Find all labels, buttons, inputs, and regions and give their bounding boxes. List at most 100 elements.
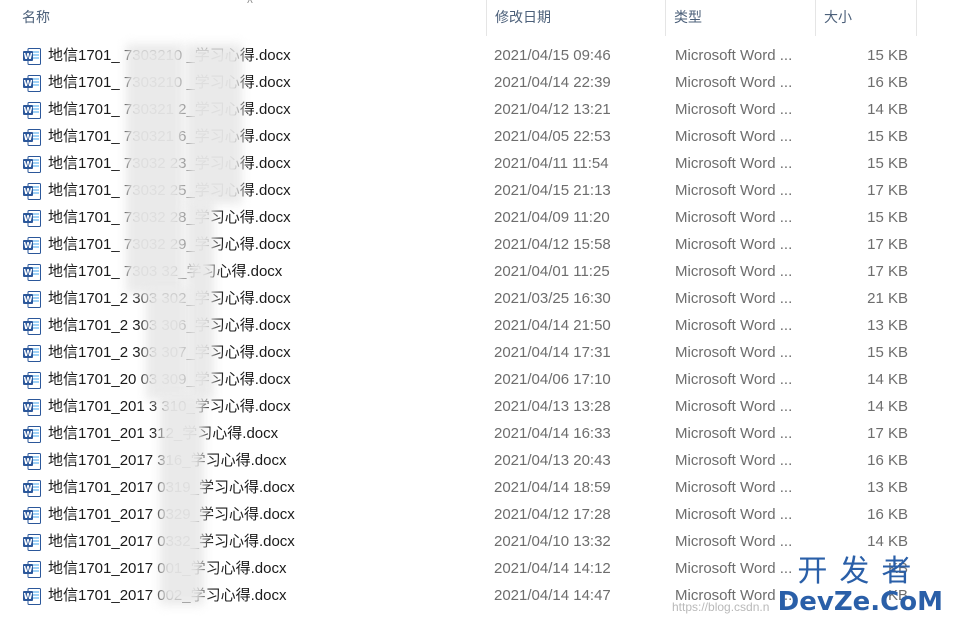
file-modified-date: 2021/04/15 09:46 bbox=[494, 47, 611, 64]
watermark-url: https://blog.csdn.n bbox=[672, 600, 770, 614]
file-row[interactable]: W 地信1701_ 730321 6_学习心得.docx 2021/04/05 22… bbox=[0, 123, 955, 150]
file-modified-date: 2021/04/12 13:21 bbox=[494, 101, 611, 118]
file-type: Microsoft Word ... bbox=[675, 398, 793, 415]
word-document-icon: W bbox=[23, 479, 41, 497]
file-modified-date: 2021/04/14 14:12 bbox=[494, 560, 611, 577]
file-row[interactable]: W 地信1701_ 73032 25_学习心得.docx 2021/04/15 21… bbox=[0, 177, 955, 204]
file-name: 地信1701_ 7303 32_学习心得.docx bbox=[48, 263, 283, 280]
file-name: 地信1701_2017 002_学习心得.docx bbox=[48, 587, 287, 604]
file-size: KB bbox=[887, 560, 908, 577]
file-row[interactable]: W 地信1701_201 3 310_学习心得.docx 2021/04/13 13… bbox=[0, 393, 955, 420]
file-size: 15 KB bbox=[867, 155, 908, 172]
file-row[interactable]: W 地信1701_ 7303210 _学习心得.docx 2021/04/15 09… bbox=[0, 42, 955, 69]
svg-text:W: W bbox=[24, 52, 33, 61]
file-name: 地信1701_20 03 309_学习心得.docx bbox=[48, 371, 291, 388]
file-row[interactable]: W 地信1701_2017 316_学习心得.docx 2021/04/13 20:… bbox=[0, 447, 955, 474]
file-type: Microsoft Word ... bbox=[675, 263, 793, 280]
svg-text:W: W bbox=[24, 484, 33, 493]
file-size: 16 KB bbox=[867, 452, 908, 469]
file-modified-date: 2021/04/05 22:53 bbox=[494, 128, 611, 145]
file-type: Microsoft Word ... bbox=[675, 344, 793, 361]
word-document-icon: W bbox=[23, 398, 41, 416]
file-list: W 地信1701_ 7303210 _学习心得.docx 2021/04/15 09… bbox=[0, 42, 955, 609]
file-row[interactable]: W 地信1701_2 303 306_学习心得.docx 2021/04/14 21… bbox=[0, 312, 955, 339]
column-header-date-label: 修改日期 bbox=[495, 9, 551, 25]
file-modified-date: 2021/04/14 18:59 bbox=[494, 479, 611, 496]
file-size: 14 KB bbox=[867, 533, 908, 550]
file-row[interactable]: W 地信1701_20 03 309_学习心得.docx 2021/04/06 17… bbox=[0, 366, 955, 393]
file-row[interactable]: W 地信1701_2017 0329_学习心得.docx 2021/04/12 17… bbox=[0, 501, 955, 528]
file-type: Microsoft Word ... bbox=[675, 479, 793, 496]
file-row[interactable]: W 地信1701_201 312_学习心得.docx 2021/04/14 16:3… bbox=[0, 420, 955, 447]
file-type: Microsoft Word ... bbox=[675, 74, 793, 91]
file-row[interactable]: W 地信1701_ 7303210 _学习心得.docx 2021/04/14 22… bbox=[0, 69, 955, 96]
file-name: 地信1701_ 730321 6_学习心得.docx bbox=[48, 128, 291, 145]
svg-text:W: W bbox=[24, 295, 33, 304]
word-document-icon: W bbox=[23, 155, 41, 173]
file-row[interactable]: W 地信1701_2017 0332_学习心得.docx 2021/04/10 13… bbox=[0, 528, 955, 555]
file-size: 16 KB bbox=[867, 74, 908, 91]
word-document-icon: W bbox=[23, 236, 41, 254]
file-row[interactable]: W 地信1701_ 73032 29_学习心得.docx 2021/04/12 15… bbox=[0, 231, 955, 258]
svg-text:W: W bbox=[24, 214, 33, 223]
svg-text:W: W bbox=[24, 511, 33, 520]
file-modified-date: 2021/04/13 20:43 bbox=[494, 452, 611, 469]
file-size: 14 KB bbox=[867, 371, 908, 388]
file-modified-date: 2021/04/12 17:28 bbox=[494, 506, 611, 523]
file-name: 地信1701_ 73032 25_学习心得.docx bbox=[48, 182, 291, 199]
file-type: Microsoft Word ... bbox=[675, 425, 793, 442]
word-document-icon: W bbox=[23, 371, 41, 389]
file-modified-date: 2021/04/09 11:20 bbox=[494, 209, 610, 226]
file-name: 地信1701_201 312_学习心得.docx bbox=[48, 425, 279, 442]
file-row[interactable]: W 地信1701_2017 0319_学习心得.docx 2021/04/14 18… bbox=[0, 474, 955, 501]
svg-text:W: W bbox=[24, 322, 33, 331]
svg-text:W: W bbox=[24, 79, 33, 88]
word-document-icon: W bbox=[23, 101, 41, 119]
file-name: 地信1701_2 303 302_学习心得.docx bbox=[48, 290, 291, 307]
file-size: 15 KB bbox=[867, 47, 908, 64]
column-header-name-label: 名称 bbox=[22, 9, 50, 25]
file-row[interactable]: W 地信1701_2017 002_学习心得.docx 2021/04/14 14:… bbox=[0, 582, 955, 609]
word-document-icon: W bbox=[23, 587, 41, 605]
file-size: 15 KB bbox=[867, 344, 908, 361]
file-size: 17 KB bbox=[867, 236, 908, 253]
file-type: Microsoft Word ... bbox=[675, 317, 793, 334]
file-row[interactable]: W 地信1701_2 303 302_学习心得.docx 2021/03/25 16… bbox=[0, 285, 955, 312]
svg-text:W: W bbox=[24, 268, 33, 277]
file-row[interactable]: W 地信1701_ 730321 2_学习心得.docx 2021/04/12 13… bbox=[0, 96, 955, 123]
column-header-date[interactable]: 修改日期 bbox=[487, 0, 666, 36]
file-modified-date: 2021/04/06 17:10 bbox=[494, 371, 611, 388]
file-row[interactable]: W 地信1701_ 73032 28_学习心得.docx 2021/04/09 11… bbox=[0, 204, 955, 231]
word-document-icon: W bbox=[23, 425, 41, 443]
file-name: 地信1701_2 303 307_学习心得.docx bbox=[48, 344, 291, 361]
file-type: Microsoft Word ... bbox=[675, 290, 793, 307]
file-row[interactable]: W 地信1701_ 73032 23_学习心得.docx 2021/04/11 11… bbox=[0, 150, 955, 177]
file-type: Microsoft Word ... bbox=[675, 533, 793, 550]
column-header-name[interactable]: ^ 名称 bbox=[14, 0, 487, 36]
file-size: 21 KB bbox=[867, 290, 908, 307]
file-row[interactable]: W 地信1701_2017 001_学习心得.docx 2021/04/14 14:… bbox=[0, 555, 955, 582]
file-size: 14 KB bbox=[867, 398, 908, 415]
column-header-type-label: 类型 bbox=[674, 9, 702, 25]
file-size: 17 KB bbox=[867, 182, 908, 199]
file-name: 地信1701_2017 001_学习心得.docx bbox=[48, 560, 287, 577]
file-row[interactable]: W 地信1701_ 7303 32_学习心得.docx 2021/04/01 11:… bbox=[0, 258, 955, 285]
column-header-size[interactable]: 大小 bbox=[816, 0, 917, 36]
svg-text:W: W bbox=[24, 133, 33, 142]
file-row[interactable]: W 地信1701_2 303 307_学习心得.docx 2021/04/14 17… bbox=[0, 339, 955, 366]
file-name: 地信1701_ 730321 2_学习心得.docx bbox=[48, 101, 291, 118]
column-header-type[interactable]: 类型 bbox=[666, 0, 816, 36]
file-name: 地信1701_2017 316_学习心得.docx bbox=[48, 452, 287, 469]
column-header-bar: ^ 名称 修改日期 类型 大小 bbox=[0, 0, 955, 36]
file-size: 13 KB bbox=[867, 479, 908, 496]
file-type: Microsoft Word ... bbox=[675, 182, 793, 199]
file-size: 15 KB bbox=[867, 128, 908, 145]
svg-text:W: W bbox=[24, 349, 33, 358]
file-size: 17 KB bbox=[867, 425, 908, 442]
file-type: Microsoft Word ... bbox=[675, 236, 793, 253]
sort-ascending-icon: ^ bbox=[247, 0, 253, 10]
svg-text:W: W bbox=[24, 430, 33, 439]
file-modified-date: 2021/04/10 13:32 bbox=[494, 533, 611, 550]
file-modified-date: 2021/04/12 15:58 bbox=[494, 236, 611, 253]
file-modified-date: 2021/03/25 16:30 bbox=[494, 290, 611, 307]
